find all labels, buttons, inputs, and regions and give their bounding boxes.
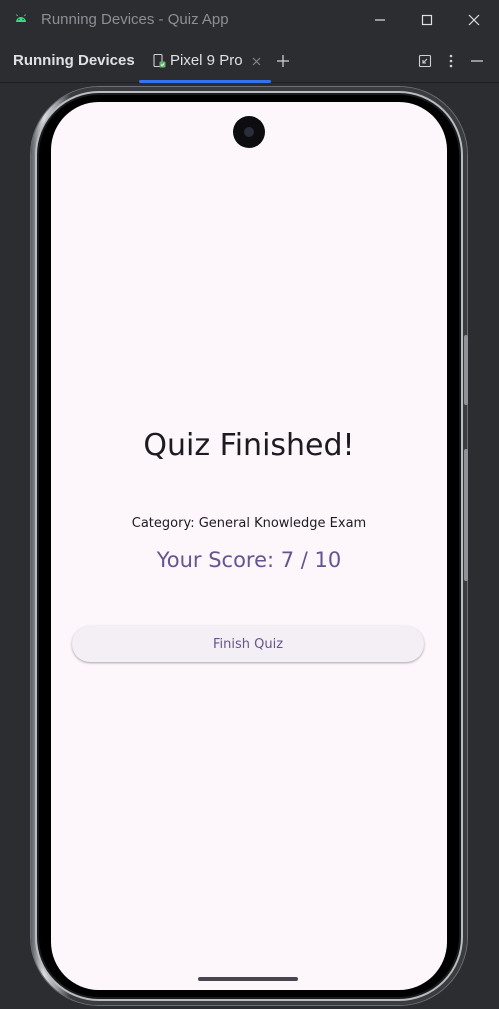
camera-cutout (233, 116, 265, 148)
tab-close-button[interactable] (248, 53, 264, 69)
close-icon (252, 57, 260, 65)
minimize-button[interactable] (357, 0, 403, 40)
plus-icon[interactable] (275, 53, 291, 69)
hide-icon (471, 60, 483, 62)
tab-label: Pixel 9 Pro (170, 52, 243, 69)
tab-pixel-9-pro[interactable]: Pixel 9 Pro (139, 40, 271, 83)
volume-button[interactable] (464, 449, 468, 581)
tool-window-header: Running Devices Pixel 9 Pro (0, 40, 499, 83)
minimize-icon (375, 19, 385, 21)
ide-window: Running Devices - Quiz App Running Devic… (0, 0, 499, 1009)
restore-button[interactable] (417, 53, 433, 69)
finish-quiz-button[interactable]: Finish Quiz (72, 626, 424, 662)
tool-window-title: Running Devices (13, 52, 135, 69)
maximize-icon (421, 14, 433, 26)
maximize-button[interactable] (404, 0, 450, 40)
window-title: Running Devices - Quiz App (41, 11, 229, 28)
device-display-area: Quiz Finished! Category: General Knowled… (0, 83, 499, 1009)
home-indicator[interactable] (198, 977, 298, 981)
title-bar: Running Devices - Quiz App (0, 0, 499, 40)
close-icon (468, 14, 480, 26)
device-icon (153, 53, 166, 68)
category-label: Category: General Knowledge Exam (131, 516, 367, 531)
more-vert-icon (449, 54, 453, 68)
android-icon (16, 14, 26, 22)
restore-icon (418, 54, 432, 68)
score-label: Your Score: 7 / 10 (156, 548, 342, 572)
more-options-button[interactable] (443, 53, 459, 69)
hide-button[interactable] (469, 53, 485, 69)
power-button[interactable] (464, 335, 468, 405)
quiz-finished-title: Quiz Finished! (143, 428, 355, 463)
device-screen[interactable]: Quiz Finished! Category: General Knowled… (51, 102, 447, 990)
close-window-button[interactable] (451, 0, 497, 40)
